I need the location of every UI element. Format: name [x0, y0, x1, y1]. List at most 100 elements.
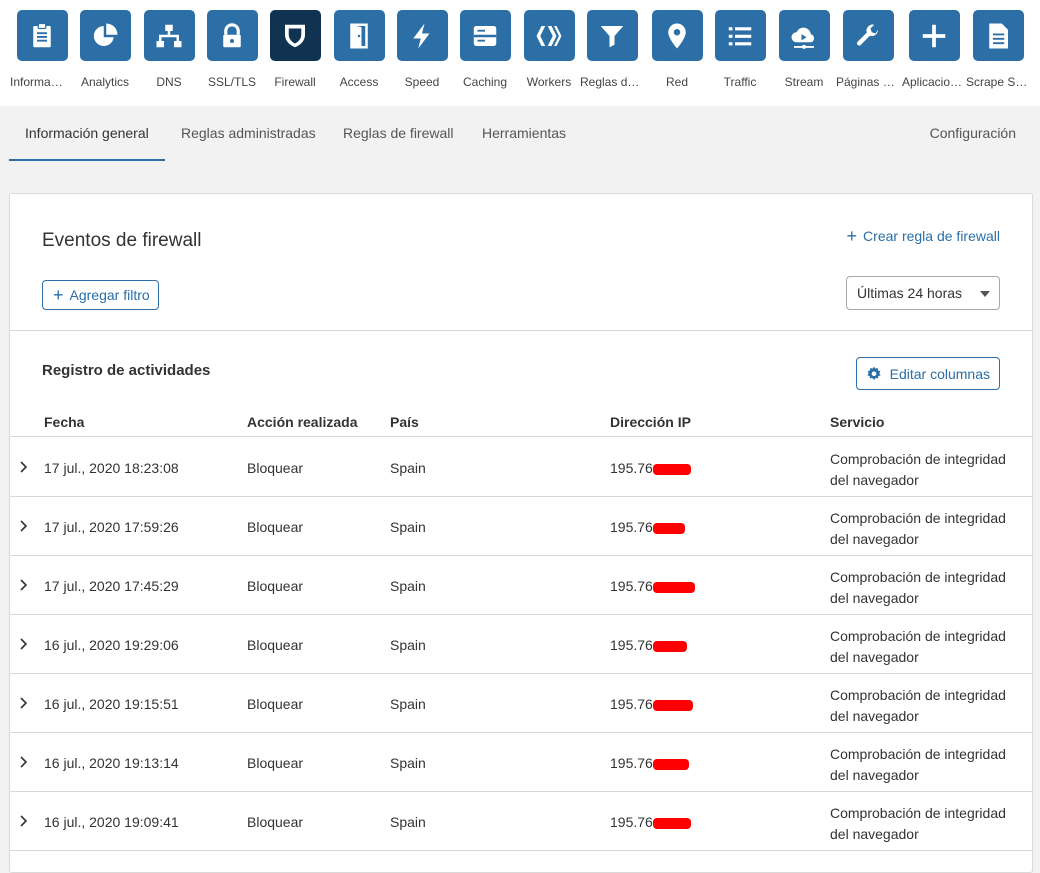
- chevron-right-icon[interactable]: [18, 460, 30, 474]
- app-analytics[interactable]: Analytics: [73, 10, 137, 89]
- redaction-mark: [652, 758, 689, 770]
- time-range-select[interactable]: Últimas 24 horas: [846, 276, 1000, 310]
- row-date: 16 jul., 2020 19:29:06: [44, 637, 179, 653]
- redaction-mark: [652, 817, 691, 829]
- add-filter-label: Agregar filtro: [69, 287, 150, 303]
- app-ssl-tls[interactable]: SSL/TLS: [200, 10, 264, 89]
- app-label: Información general: [10, 75, 68, 89]
- door-icon: [350, 23, 368, 48]
- app-label: Reglas de página: [580, 75, 644, 89]
- app-label: Stream: [784, 75, 824, 89]
- row-service-line2: del navegador: [830, 531, 919, 547]
- redaction-mark: [652, 699, 693, 711]
- row-service-line2: del navegador: [830, 590, 919, 606]
- table-row[interactable]: 16 jul., 2020 19:29:06 Bloquear Spain 19…: [10, 615, 1032, 674]
- chevron-right-icon[interactable]: [18, 696, 30, 710]
- tab-reglas-administradas[interactable]: Reglas administradas: [181, 106, 316, 161]
- clipboard-icon: [33, 22, 51, 47]
- server-icon: [473, 25, 497, 46]
- filter-icon: [600, 25, 624, 47]
- row-ip: 195.76.: [610, 578, 695, 594]
- row-action: Bloquear: [247, 696, 304, 712]
- chevron-right-icon[interactable]: [18, 814, 30, 828]
- table-row[interactable]: 16 jul., 2020 19:13:14 Bloquear Spain 19…: [10, 733, 1032, 792]
- app-caching[interactable]: Caching: [453, 10, 517, 89]
- col-header-ip[interactable]: Dirección IP: [610, 414, 691, 430]
- app-workers[interactable]: Workers: [517, 10, 581, 89]
- app-label: Traffic: [723, 75, 757, 89]
- tab-herramientas[interactable]: Herramientas: [482, 106, 566, 161]
- chevron-right-icon[interactable]: [18, 755, 30, 769]
- row-date: 17 jul., 2020 17:59:26: [44, 519, 179, 535]
- app-label: Workers: [526, 75, 572, 89]
- chevron-right-icon[interactable]: [18, 637, 30, 651]
- app-scrape-shield[interactable]: Scrape Shield: [966, 10, 1030, 89]
- row-action: Bloquear: [247, 460, 304, 476]
- row-ip: 195.76.: [610, 814, 691, 830]
- col-header-date[interactable]: Fecha: [44, 414, 84, 430]
- row-service-line2: del navegador: [830, 826, 919, 842]
- document-icon: [989, 23, 1008, 48]
- row-service-line1: Comprobación de integridad: [830, 687, 1006, 703]
- network-icon: [156, 24, 182, 47]
- wrench-icon: [856, 24, 879, 46]
- app-paginas-personalizadas[interactable]: Páginas personalizadas: [836, 10, 900, 89]
- app-traffic[interactable]: Traffic: [708, 10, 772, 89]
- row-service: Comprobación de integridad del navegador: [830, 803, 1030, 845]
- chevron-right-icon[interactable]: [18, 519, 30, 533]
- chevron-right-icon[interactable]: [18, 578, 30, 592]
- time-range-value: Últimas 24 horas: [857, 285, 963, 301]
- app-label: Firewall: [274, 75, 316, 89]
- app-access[interactable]: Access: [327, 10, 391, 89]
- row-date: 17 jul., 2020 18:23:08: [44, 460, 179, 476]
- app-informacion-general[interactable]: Información general: [10, 10, 74, 89]
- shield-icon: [285, 24, 305, 47]
- tab-informacion-general[interactable]: Información general: [9, 106, 165, 161]
- table-row[interactable]: 17 jul., 2020 17:45:29 Bloquear Spain 19…: [10, 556, 1032, 615]
- activity-log-title: Registro de actividades: [42, 362, 211, 379]
- row-service: Comprobación de integridad del navegador: [830, 685, 1030, 727]
- col-header-service[interactable]: Servicio: [830, 414, 884, 430]
- app-speed[interactable]: Speed: [390, 10, 454, 89]
- app-dns[interactable]: DNS: [137, 10, 201, 89]
- app-firewall[interactable]: Firewall: [263, 10, 327, 89]
- table-row[interactable]: 16 jul., 2020 19:09:41 Bloquear Spain 19…: [10, 792, 1032, 851]
- plus-icon: +: [53, 285, 64, 305]
- table-row[interactable]: 17 jul., 2020 18:23:08 Bloquear Spain 19…: [10, 438, 1032, 497]
- row-ip-prefix: 195.76.: [610, 637, 657, 653]
- caret-down-icon: [980, 291, 990, 297]
- edit-columns-button[interactable]: Editar columnas: [855, 357, 1000, 390]
- row-ip-prefix: 195.76.: [610, 460, 657, 476]
- lock-icon: [223, 22, 241, 47]
- app-label: Aplicaciones: [902, 75, 966, 89]
- create-firewall-rule-link[interactable]: + Crear regla de firewall: [846, 226, 1000, 246]
- table-row[interactable]: 17 jul., 2020 17:59:26 Bloquear Spain 19…: [10, 497, 1032, 556]
- row-ip-prefix: 195.76: [610, 696, 653, 712]
- app-reglas-de-pagina[interactable]: Reglas de página: [580, 10, 644, 89]
- table-row[interactable]: 16 jul., 2020 19:15:51 Bloquear Spain 19…: [10, 674, 1032, 733]
- list-icon: [728, 26, 752, 45]
- row-service: Comprobación de integridad del navegador: [830, 626, 1030, 668]
- row-service-line1: Comprobación de integridad: [830, 510, 1006, 526]
- app-stream[interactable]: Stream: [772, 10, 836, 89]
- tab-reglas-de-firewall[interactable]: Reglas de firewall: [343, 106, 454, 161]
- col-header-action[interactable]: Acción realizada: [247, 414, 358, 430]
- app-label: Caching: [462, 75, 508, 89]
- edit-columns-label: Editar columnas: [889, 365, 990, 382]
- app-aplicaciones[interactable]: Aplicaciones: [902, 10, 966, 89]
- add-filter-button[interactable]: + Agregar filtro: [42, 280, 159, 310]
- pie-chart-icon: [93, 23, 118, 46]
- row-service-line1: Comprobación de integridad: [830, 746, 1006, 762]
- app-label: SSL/TLS: [207, 75, 257, 89]
- row-action: Bloquear: [247, 755, 304, 771]
- plus-icon: +: [846, 226, 858, 246]
- row-country: Spain: [390, 755, 426, 771]
- row-service-line2: del navegador: [830, 649, 919, 665]
- app-label: DNS: [156, 75, 182, 89]
- row-service-line2: del navegador: [830, 767, 919, 783]
- row-ip: 195.76.: [610, 519, 685, 535]
- redaction-mark: [652, 463, 691, 475]
- app-red[interactable]: Red: [645, 10, 709, 89]
- col-header-country[interactable]: País: [390, 414, 419, 430]
- tab-configuracion[interactable]: Configuración: [930, 106, 1016, 161]
